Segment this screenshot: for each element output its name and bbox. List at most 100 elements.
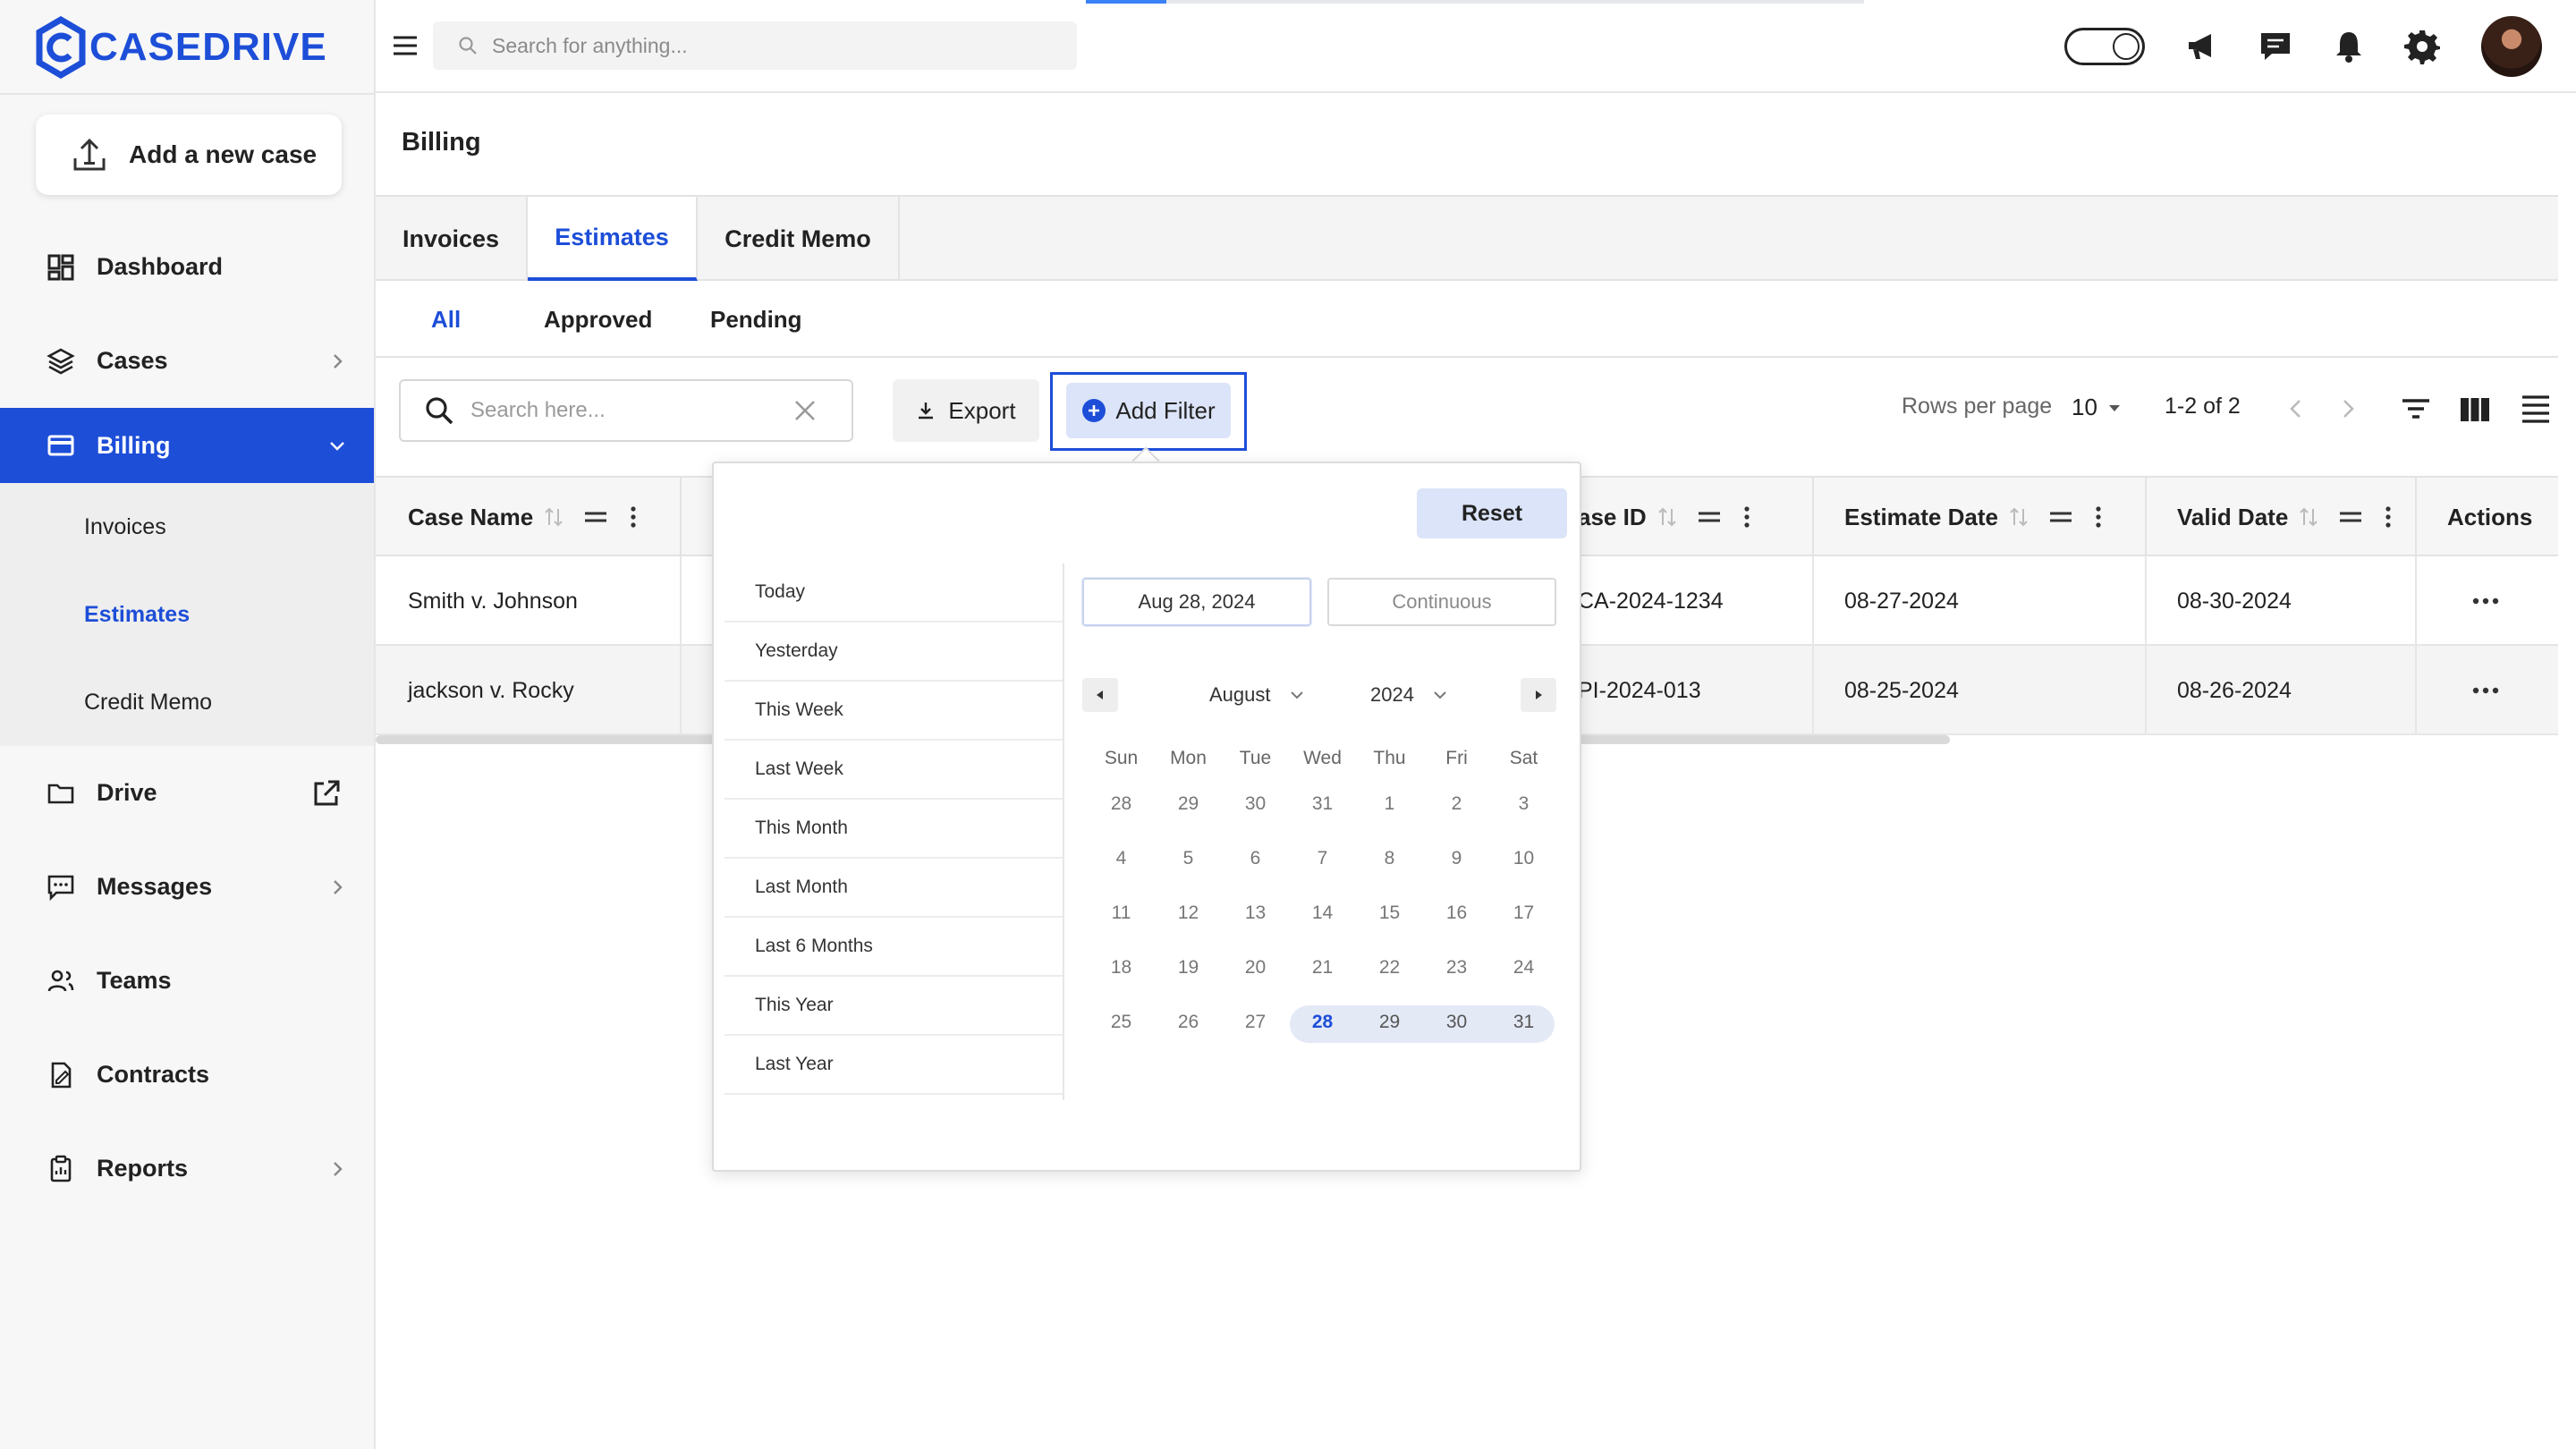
preset-option[interactable]: This Week xyxy=(724,682,1063,741)
prev-month-button[interactable] xyxy=(1082,678,1118,712)
calendar-day[interactable]: 4 xyxy=(1088,848,1155,869)
more-vertical-icon[interactable] xyxy=(2095,505,2102,529)
sidebar-item-drive[interactable]: Drive xyxy=(0,746,374,840)
calendar-day[interactable]: 29 xyxy=(1356,1012,1423,1033)
column-header-case-name[interactable]: Case Name xyxy=(408,478,637,556)
calendar-day[interactable]: 29 xyxy=(1155,793,1222,815)
tab-credit-memo[interactable]: Credit Memo xyxy=(698,197,900,281)
preset-option[interactable]: Last Year xyxy=(724,1036,1063,1095)
calendar-day[interactable]: 31 xyxy=(1289,793,1356,815)
sidebar-subitem-credit-memo[interactable]: Credit Memo xyxy=(0,658,374,746)
preset-option[interactable]: This Year xyxy=(724,977,1063,1036)
column-header-valid-date[interactable]: Valid Date xyxy=(2177,478,2392,556)
external-link-icon[interactable] xyxy=(311,778,342,809)
calendar-day[interactable]: 31 xyxy=(1490,1012,1557,1033)
sidebar-item-billing[interactable]: Billing xyxy=(0,408,374,483)
theme-toggle-icon[interactable] xyxy=(2064,28,2145,65)
calendar-day[interactable]: 26 xyxy=(1155,1012,1222,1033)
end-date-input[interactable]: Continuous xyxy=(1327,578,1556,626)
tab-invoices[interactable]: Invoices xyxy=(376,197,528,281)
calendar-day[interactable]: 20 xyxy=(1222,957,1289,979)
subtab-approved[interactable]: Approved xyxy=(544,281,710,358)
sort-icon[interactable] xyxy=(544,506,564,528)
column-divider[interactable] xyxy=(2415,478,2417,556)
export-button[interactable]: Export xyxy=(893,379,1039,442)
subtab-all[interactable]: All xyxy=(376,281,544,358)
calendar-day[interactable]: 1 xyxy=(1356,793,1423,815)
calendar-day[interactable]: 17 xyxy=(1490,902,1557,924)
next-page-icon[interactable] xyxy=(2338,397,2358,420)
tab-estimates[interactable]: Estimates xyxy=(528,197,698,281)
rows-per-page-select[interactable]: 10 xyxy=(2072,394,2123,421)
sidebar-item-messages[interactable]: Messages xyxy=(0,840,374,934)
sort-icon[interactable] xyxy=(2299,506,2318,528)
menu-icon[interactable] xyxy=(390,30,420,61)
avatar[interactable] xyxy=(2481,16,2542,77)
calendar-day[interactable]: 28 xyxy=(1088,793,1155,815)
calendar-day[interactable]: 21 xyxy=(1289,957,1356,979)
more-vertical-icon[interactable] xyxy=(2385,505,2392,529)
megaphone-icon[interactable] xyxy=(2184,29,2220,64)
start-date-input[interactable]: Aug 28, 2024 xyxy=(1082,578,1311,626)
column-divider[interactable] xyxy=(2145,478,2147,556)
drag-handle-icon[interactable] xyxy=(1697,507,1722,527)
column-header-case-id[interactable]: ase ID xyxy=(1578,478,1750,556)
sort-icon[interactable] xyxy=(2009,506,2029,528)
sidebar-subitem-invoices[interactable]: Invoices xyxy=(0,483,374,571)
filter-icon[interactable] xyxy=(2401,395,2431,422)
calendar-day[interactable]: 22 xyxy=(1356,957,1423,979)
calendar-day[interactable]: 24 xyxy=(1490,957,1557,979)
add-filter-button[interactable]: Add Filter xyxy=(1066,383,1231,438)
calendar-day[interactable]: 13 xyxy=(1222,902,1289,924)
calendar-day[interactable]: 30 xyxy=(1222,793,1289,815)
row-actions-button[interactable] xyxy=(2472,556,2499,646)
year-select[interactable]: 2024 xyxy=(1370,683,1448,707)
sort-icon[interactable] xyxy=(1657,506,1677,528)
preset-option[interactable]: Last 6 Months xyxy=(724,918,1063,977)
calendar-day[interactable]: 7 xyxy=(1289,848,1356,869)
column-divider[interactable] xyxy=(680,478,682,556)
table-search-input[interactable]: Search here... xyxy=(399,379,853,442)
calendar-day-selected[interactable]: 28 xyxy=(1289,1012,1356,1033)
calendar-day[interactable]: 18 xyxy=(1088,957,1155,979)
columns-icon[interactable] xyxy=(2460,397,2490,422)
previous-page-icon[interactable] xyxy=(2286,397,2306,420)
more-vertical-icon[interactable] xyxy=(1743,505,1750,529)
calendar-day[interactable]: 30 xyxy=(1423,1012,1490,1033)
calendar-day[interactable]: 2 xyxy=(1423,793,1490,815)
sidebar-subitem-estimates[interactable]: Estimates xyxy=(0,571,374,658)
preset-option[interactable]: Today xyxy=(724,564,1063,623)
column-divider[interactable] xyxy=(1812,478,1814,556)
calendar-day[interactable]: 25 xyxy=(1088,1012,1155,1033)
sidebar-item-cases[interactable]: Cases xyxy=(0,314,374,408)
calendar-day[interactable]: 15 xyxy=(1356,902,1423,924)
preset-option[interactable]: Last Month xyxy=(724,859,1063,918)
sidebar-item-dashboard[interactable]: Dashboard xyxy=(0,220,374,314)
sidebar-item-contracts[interactable]: Contracts xyxy=(0,1028,374,1122)
sidebar-item-reports[interactable]: Reports xyxy=(0,1122,374,1216)
close-icon[interactable] xyxy=(792,398,818,423)
calendar-day[interactable]: 8 xyxy=(1356,848,1423,869)
drag-handle-icon[interactable] xyxy=(583,507,608,527)
calendar-day[interactable]: 5 xyxy=(1155,848,1222,869)
add-new-case-button[interactable]: Add a new case xyxy=(36,114,342,195)
drag-handle-icon[interactable] xyxy=(2048,507,2073,527)
sidebar-item-teams[interactable]: Teams xyxy=(0,934,374,1028)
bell-icon[interactable] xyxy=(2331,29,2367,64)
month-select[interactable]: August xyxy=(1209,683,1305,707)
calendar-day[interactable]: 11 xyxy=(1088,902,1155,924)
chat-icon[interactable] xyxy=(2258,29,2293,64)
calendar-day[interactable]: 10 xyxy=(1490,848,1557,869)
gear-icon[interactable] xyxy=(2404,29,2440,64)
subtab-pending[interactable]: Pending xyxy=(710,281,802,358)
preset-option[interactable]: Yesterday xyxy=(724,623,1063,682)
preset-option[interactable]: Last Week xyxy=(724,741,1063,800)
column-header-estimate-date[interactable]: Estimate Date xyxy=(1844,478,2102,556)
calendar-day[interactable]: 16 xyxy=(1423,902,1490,924)
reset-button[interactable]: Reset xyxy=(1417,488,1567,538)
row-actions-button[interactable] xyxy=(2472,646,2499,735)
calendar-day[interactable]: 27 xyxy=(1222,1012,1289,1033)
calendar-day[interactable]: 6 xyxy=(1222,848,1289,869)
calendar-day[interactable]: 19 xyxy=(1155,957,1222,979)
preset-option[interactable]: This Month xyxy=(724,800,1063,859)
